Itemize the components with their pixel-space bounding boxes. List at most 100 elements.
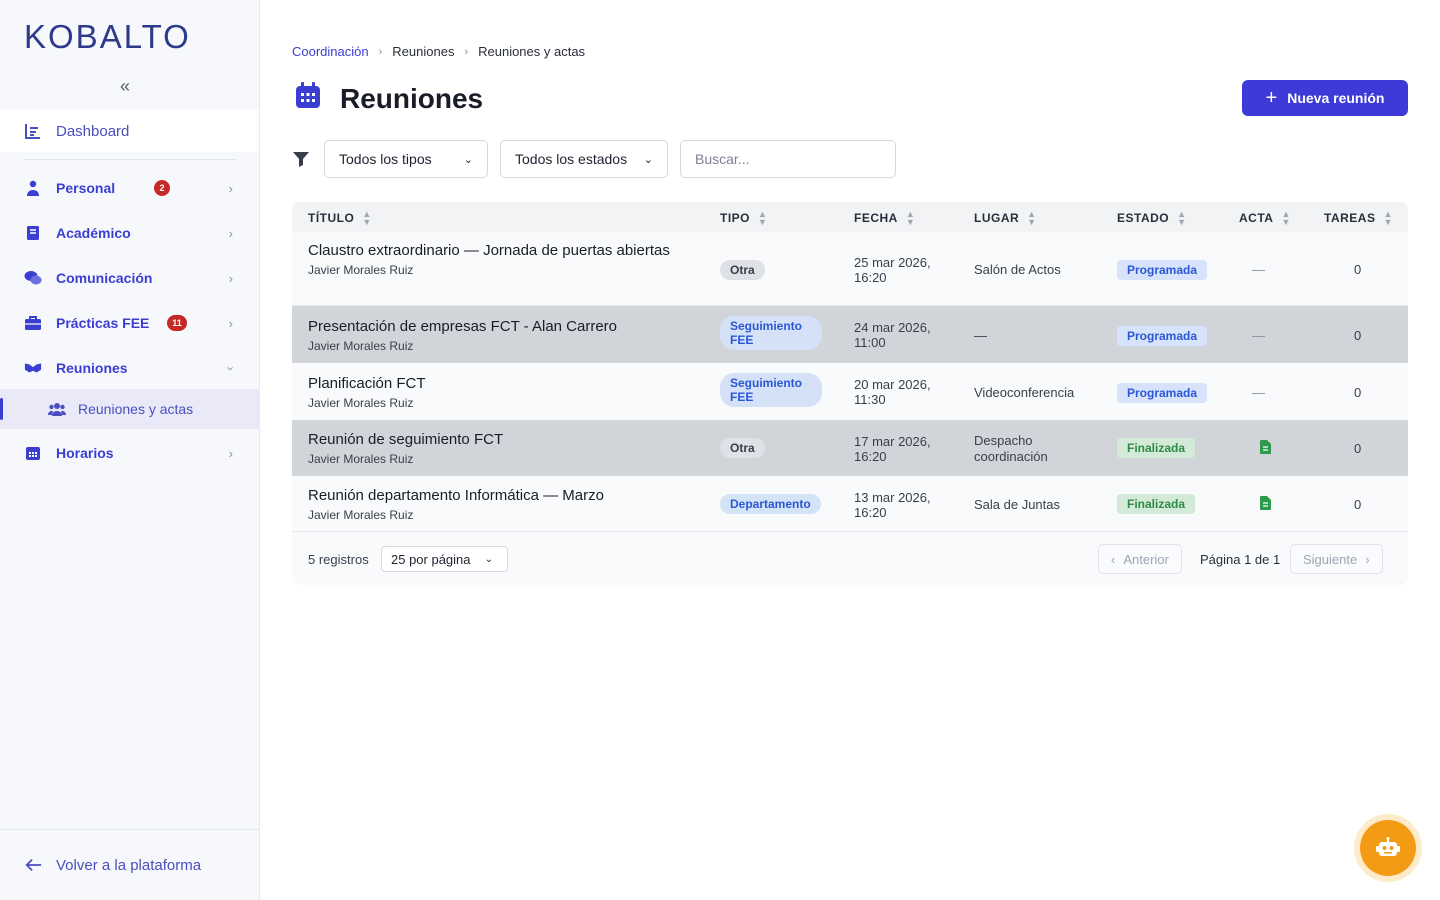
type-badge: Otra [720, 260, 765, 280]
sort-icon: ▲ ▼ [758, 209, 768, 228]
sidebar-item-horarios[interactable]: Horarios › [0, 433, 259, 473]
column-header-status[interactable]: ESTADO ▲ ▼ [1117, 209, 1187, 228]
type-badge: Otra [720, 438, 765, 458]
meeting-author: Javier Morales Ruiz [308, 508, 414, 522]
type-badge: Seguimiento FEE [720, 316, 822, 350]
meeting-title[interactable]: Reunión departamento Informática — Marzo [308, 487, 698, 505]
status-filter-select[interactable]: Todos los estados ⌄ [500, 140, 668, 178]
sort-icon: ▲ ▼ [1027, 209, 1037, 228]
column-header-title[interactable]: TÍTULO ▲ ▼ [308, 209, 372, 226]
status-badge: Programada [1117, 383, 1208, 403]
handshake-icon [24, 359, 42, 377]
sidebar-item-comunicacion[interactable]: Comunicación › [0, 258, 259, 298]
chevron-down-icon: ⌄ [484, 553, 493, 565]
meeting-date: 24 mar 2026, 11:00 [854, 320, 931, 350]
sidebar-item-practicas-fee[interactable]: Prácticas FEE 11 › [0, 303, 259, 343]
assistant-bot-button[interactable] [1354, 814, 1422, 882]
logo: KOBALTO [24, 18, 191, 55]
meeting-author: Javier Morales Ruiz [308, 452, 414, 466]
column-header-type[interactable]: TIPO ▲ ▼ [720, 209, 768, 228]
column-header-date[interactable]: FECHA ▲ ▼ [854, 209, 915, 226]
page-title: Reuniones [340, 82, 484, 114]
next-label: Siguiente [1303, 551, 1358, 567]
meeting-place: Despacho coordinación [974, 433, 1048, 464]
chevrons-left-icon[interactable]: « [120, 76, 130, 97]
row-title-cell: Reunión de seguimiento FCT Javier Morale… [308, 431, 698, 466]
tasks-count: 0 [1354, 441, 1362, 456]
meeting-title[interactable]: Reunión de seguimiento FCT [308, 431, 698, 449]
breadcrumb-item: Reuniones y actas [478, 44, 586, 59]
users-icon [48, 400, 66, 418]
status-badge: Programada [1117, 260, 1208, 280]
sort-icon: ▲ ▼ [1177, 209, 1187, 228]
meeting-title[interactable]: Presentación de empresas FCT - Alan Carr… [308, 318, 698, 336]
column-header-tasks[interactable]: TAREAS ▲ ▼ [1324, 209, 1393, 228]
table-row[interactable]: Presentación de empresas FCT - Alan Carr… [292, 306, 1408, 363]
per-page-value: 25 por página [391, 551, 471, 567]
sidebar-item-label: Académico [56, 225, 131, 241]
person-icon [24, 179, 42, 197]
new-meeting-button[interactable]: + Nueva reunión [1242, 80, 1408, 116]
meeting-place: Videoconferencia [974, 385, 1075, 400]
chevron-right-icon: › [378, 45, 383, 58]
per-page-select[interactable]: 25 por página ⌄ [381, 546, 508, 572]
table-row[interactable]: Reunión departamento Informática — Marzo… [292, 476, 1408, 532]
type-filter-select[interactable]: Todos los tipos ⌄ [324, 140, 488, 178]
document-icon[interactable] [1260, 496, 1271, 515]
breadcrumb-item[interactable]: Reuniones [392, 44, 454, 59]
table-row[interactable]: Reunión de seguimiento FCT Javier Morale… [292, 420, 1408, 476]
sidebar-item-dashboard[interactable]: Dashboard [0, 110, 259, 152]
new-meeting-label: Nueva reunión [1287, 90, 1385, 106]
chevron-right-icon: › [228, 225, 233, 241]
meeting-author: Javier Morales Ruiz [308, 263, 414, 277]
sidebar-subitem-label: Reuniones y actas [78, 401, 194, 417]
sidebar-item-label: Reuniones [56, 360, 128, 376]
sidebar-item-personal[interactable]: Personal 2 › [0, 168, 259, 208]
status-badge: Finalizada [1117, 494, 1196, 514]
sidebar-item-academico[interactable]: Académico › [0, 213, 259, 253]
page-header: Reuniones [292, 80, 483, 117]
table-row[interactable]: Planificación FCT Javier Morales Ruiz Se… [292, 363, 1408, 420]
sort-icon: ▲ ▼ [1281, 209, 1291, 228]
tasks-count: 0 [1354, 328, 1362, 343]
status-badge: Finalizada [1117, 438, 1196, 458]
meeting-place: Sala de Juntas [974, 497, 1061, 512]
meeting-title[interactable]: Planificación FCT [308, 375, 698, 393]
dashboard-icon [24, 122, 42, 140]
prev-label: Anterior [1123, 551, 1169, 567]
filter-icon [292, 151, 310, 167]
calendar-icon [24, 444, 42, 462]
row-title-cell: Reunión departamento Informática — Marzo… [308, 487, 698, 522]
meeting-title[interactable]: Claustro extraordinario — Jornada de pue… [308, 242, 698, 260]
chevron-right-icon: › [228, 180, 233, 196]
column-header-acta[interactable]: ACTA ▲ ▼ [1239, 209, 1291, 228]
chevron-down-icon: ⌄ [643, 153, 653, 166]
sidebar-subitem-reuniones-actas[interactable]: Reuniones y actas [0, 389, 259, 429]
tasks-count: 0 [1354, 385, 1362, 400]
document-icon[interactable] [1260, 440, 1271, 459]
prev-page-button[interactable]: ‹ Anterior [1098, 544, 1182, 574]
meeting-date: 25 mar 2026, 16:20 [854, 255, 931, 285]
filter-bar: Todos los tipos ⌄ Todos los estados ⌄ [292, 140, 896, 178]
chevron-down-icon: ⌄ [463, 153, 473, 166]
chat-icon [24, 269, 42, 287]
back-label: Volver a la plataforma [56, 856, 202, 874]
chevron-right-icon: › [1365, 551, 1370, 567]
search-input[interactable] [680, 140, 896, 178]
sidebar: KOBALTO « Dashboard Personal 2 › Académi… [0, 0, 260, 900]
breadcrumb-item[interactable]: Coordinación [292, 44, 369, 59]
type-badge: Seguimiento FEE [720, 373, 822, 407]
next-page-button[interactable]: Siguiente › [1290, 544, 1383, 574]
chevron-right-icon: › [464, 45, 469, 58]
back-to-platform-link[interactable]: Volver a la plataforma [0, 829, 259, 900]
column-header-place[interactable]: LUGAR ▲ ▼ [974, 209, 1037, 228]
status-filter-value: Todos los estados [515, 151, 628, 167]
meetings-table: TÍTULO ▲ ▼ TIPO ▲ ▼ FECHA ▲ ▼ LUGAR ▲ ▼ ESTADO ▲ ▼… [292, 202, 1408, 585]
table-row[interactable]: Claustro extraordinario — Jornada de pue… [292, 232, 1408, 306]
row-title-cell: Planificación FCT Javier Morales Ruiz [308, 375, 698, 410]
sidebar-item-label: Prácticas FEE [56, 315, 150, 331]
calendar-icon [292, 80, 324, 117]
sort-icon: ▲ ▼ [1383, 209, 1393, 228]
tasks-count: 0 [1354, 497, 1362, 512]
sidebar-item-reuniones[interactable]: Reuniones › [0, 348, 259, 388]
